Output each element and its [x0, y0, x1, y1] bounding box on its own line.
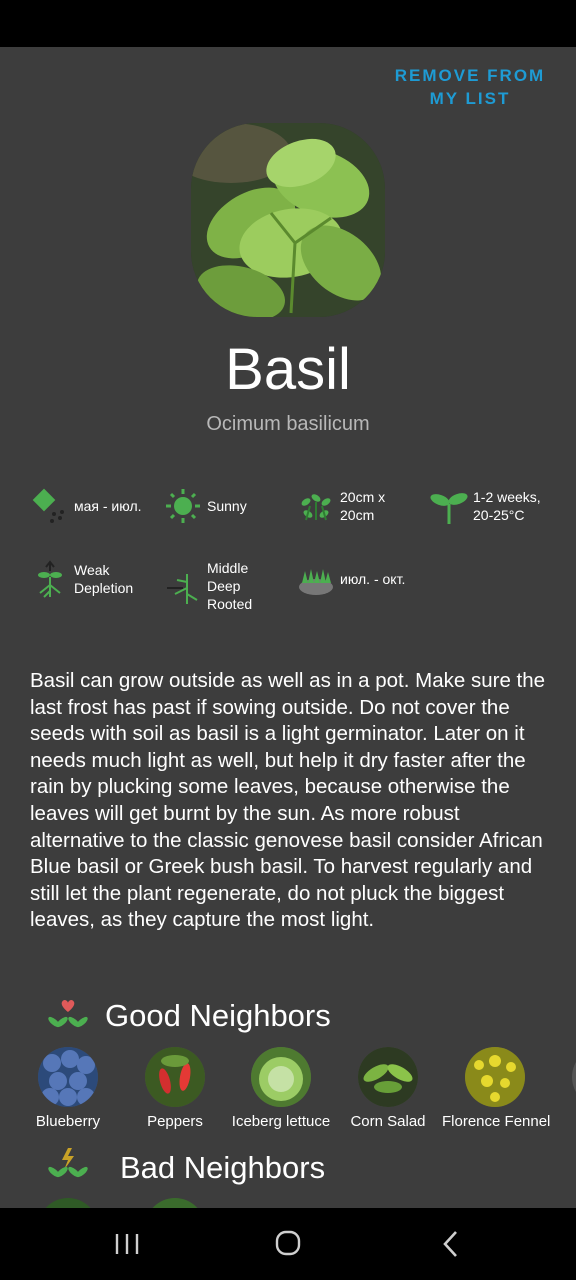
plant-photo [191, 123, 385, 317]
system-nav-bar [0, 1208, 576, 1280]
spacing-icon [301, 494, 331, 521]
partial-thumbnail [572, 1047, 576, 1107]
root-deep-icon [167, 574, 198, 604]
heart-plants-icon [48, 1000, 88, 1028]
back-icon[interactable] [430, 1230, 470, 1258]
seed-icon [32, 488, 64, 523]
neighbor-fennel[interactable]: Florence Fennel [442, 1047, 551, 1130]
iceberg-thumbnail [251, 1047, 311, 1107]
attribute-rooting: Middle Deep Rooted [163, 559, 293, 613]
attribute-depletion: Weak Depletion [30, 559, 160, 599]
attribute-harvest: июл. - окт. [296, 559, 426, 599]
root-weak-icon [38, 560, 62, 598]
attribute-light-text: Sunny [207, 498, 247, 514]
attribute-light: Sunny [163, 486, 293, 526]
neighbor-peppers[interactable]: Peppers [122, 1047, 228, 1130]
lightning-plants-icon [48, 1148, 88, 1178]
sprout-icon [430, 493, 468, 524]
attribute-rooting-text: Middle Deep Rooted [207, 560, 253, 612]
bad-neighbors-title: Bad Neighbors [120, 1150, 326, 1185]
bad-neighbor-thumb-partial[interactable] [38, 1198, 98, 1208]
attribute-germination-text: 1-2 weeks, 20-25°C [473, 489, 541, 523]
harvest-icon [299, 569, 333, 595]
attribute-depletion-text: Weak Depletion [74, 562, 134, 596]
plant-description: Basil can grow outside as well as in a p… [30, 669, 546, 932]
neighbor-label: Peppers [147, 1113, 203, 1130]
attribute-spacing: 20cm x 20cm [296, 486, 426, 526]
blueberry-thumbnail [38, 1047, 98, 1107]
status-bar [0, 0, 576, 47]
good-neighbors-list: Blueberry Peppers Iceberg lettuce Corn S… [0, 1047, 576, 1137]
attribute-sowing: мая - июл. [30, 486, 160, 526]
bad-neighbor-thumb-partial[interactable] [145, 1198, 205, 1208]
neighbor-label: Blueberry [35, 1113, 101, 1130]
attribute-sowing-text: мая - июл. [74, 498, 142, 514]
corn-salad-thumbnail [358, 1047, 418, 1107]
sun-icon [166, 489, 200, 523]
fennel-thumbnail [465, 1047, 525, 1107]
attribute-germination: 1-2 weeks, 20-25°C [429, 486, 559, 526]
neighbor-blueberry[interactable]: Blueberry [15, 1047, 121, 1130]
remove-from-list-button[interactable]: REMOVE FROM MY LIST [380, 64, 560, 110]
neighbor-label: C [549, 1113, 576, 1130]
good-neighbors-title: Good Neighbors [105, 998, 331, 1033]
neighbor-label: Florence Fennel [442, 1113, 551, 1130]
neighbor-iceberg[interactable]: Iceberg lettuce [228, 1047, 334, 1130]
attribute-spacing-text: 20cm x 20cm [340, 489, 386, 523]
plant-latin-name: Ocimum basilicum [206, 413, 370, 435]
home-icon[interactable] [268, 1230, 308, 1258]
recent-apps-icon[interactable] [107, 1230, 147, 1258]
peppers-thumbnail [145, 1047, 205, 1107]
attribute-harvest-text: июл. - окт. [340, 571, 406, 587]
neighbor-partial[interactable]: C [549, 1047, 576, 1130]
neighbor-label: Corn Salad [350, 1113, 426, 1130]
neighbor-label: Iceberg lettuce [231, 1113, 331, 1130]
plant-name: Basil [225, 337, 351, 402]
neighbor-corn-salad[interactable]: Corn Salad [335, 1047, 441, 1130]
